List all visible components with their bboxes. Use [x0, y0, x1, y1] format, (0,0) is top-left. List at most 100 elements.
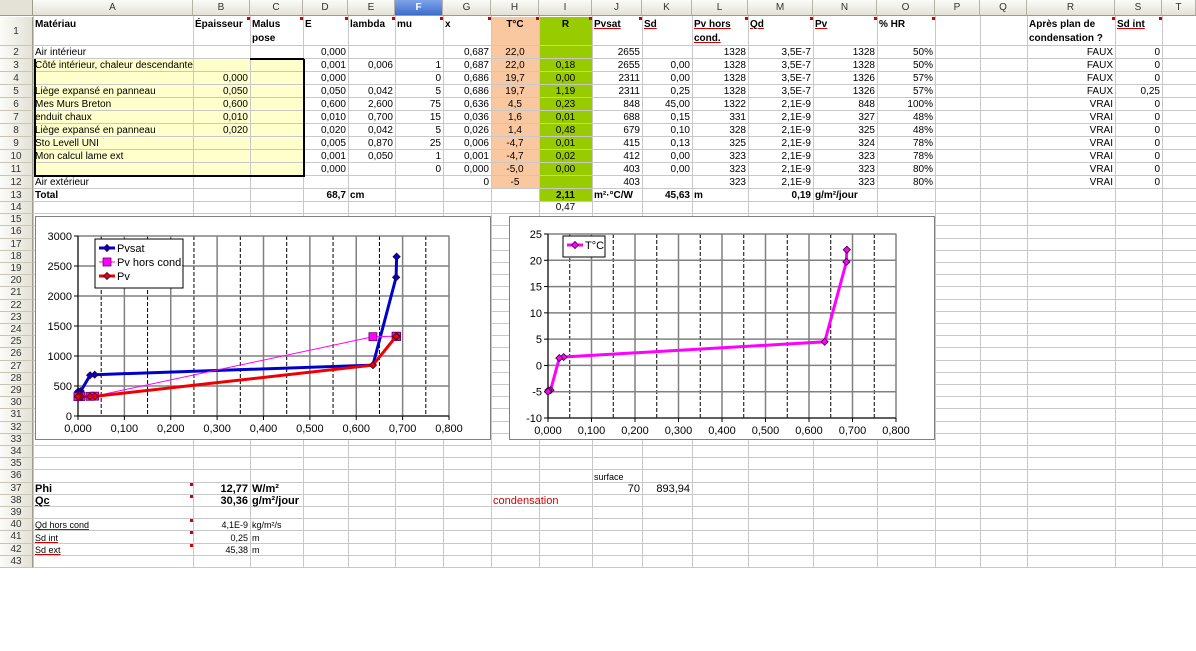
cell-M13[interactable]: 0,19 [748, 190, 813, 202]
spreadsheet-grid[interactable]: A B C D E F G H I J K L M N O P Q R S T 1 2 3 4 5 6 7 8 9 10 11 12 13 14 1… [0, 0, 1196, 651]
cell-D4[interactable]: 0,000 [303, 73, 348, 85]
cell-E8[interactable]: 0,042 [348, 125, 395, 137]
row-header[interactable]: 5 [0, 85, 33, 98]
cell-R1[interactable]: Après plan de condensation ? [1027, 18, 1115, 45]
cell-D5[interactable]: 0,050 [303, 86, 348, 98]
cell-A41[interactable]: Sd int [33, 532, 193, 544]
cell-F11[interactable]: 0 [395, 164, 443, 176]
cell-I3[interactable]: 0,18 [539, 60, 592, 72]
cell-L3[interactable]: 1328 [692, 60, 748, 72]
row-header[interactable]: 39 [0, 507, 33, 520]
row-header[interactable]: 41 [0, 531, 33, 544]
cell-B40[interactable]: 4,1E-9 [193, 519, 250, 531]
row-header[interactable]: 27 [0, 360, 33, 373]
cell-J3[interactable]: 2655 [592, 60, 642, 72]
column-header-D[interactable]: D [303, 0, 348, 16]
cell-A7[interactable]: enduit chaux [33, 112, 193, 124]
cell-J6[interactable]: 848 [592, 99, 642, 111]
cell-G12[interactable]: 0 [443, 177, 491, 189]
row-header[interactable]: 35 [0, 458, 33, 471]
cell-C40[interactable]: kg/m²/s [250, 519, 303, 531]
cell-B42[interactable]: 45,38 [193, 544, 250, 556]
row-header[interactable]: 10 [0, 150, 33, 163]
cell-A9[interactable]: Sto Levell UNI [33, 138, 193, 150]
cell-S11[interactable]: 0 [1115, 164, 1162, 176]
comment-marker[interactable] [1159, 17, 1162, 20]
row-header[interactable]: 13 [0, 189, 33, 202]
cell-L7[interactable]: 331 [692, 112, 748, 124]
column-header-Q[interactable]: Q [980, 0, 1027, 16]
cell-M5[interactable]: 3,5E-7 [748, 86, 813, 98]
row-header[interactable]: 24 [0, 324, 33, 337]
cell-H10[interactable]: -4,7 [491, 151, 539, 163]
cell-N8[interactable]: 325 [813, 125, 877, 137]
cell-K4[interactable]: 0,00 [642, 73, 692, 85]
cell-F8[interactable]: 5 [395, 125, 443, 137]
cell-S2[interactable]: 0 [1115, 47, 1162, 59]
cell-N13[interactable]: g/m²/jour [813, 190, 877, 202]
cell-J5[interactable]: 2311 [592, 86, 642, 98]
comment-marker[interactable] [874, 17, 877, 20]
cell-E7[interactable]: 0,700 [348, 112, 395, 124]
cell-I11[interactable]: 0,00 [539, 164, 592, 176]
cell-H1[interactable]: T°C [491, 18, 539, 45]
comment-marker[interactable] [300, 17, 303, 20]
row-header[interactable]: 36 [0, 470, 33, 483]
row-header[interactable]: 6 [0, 98, 33, 111]
cell-S4[interactable]: 0 [1115, 73, 1162, 85]
row-header[interactable]: 30 [0, 397, 33, 410]
cell-M6[interactable]: 2,1E-9 [748, 99, 813, 111]
cell-N4[interactable]: 1326 [813, 73, 877, 85]
cell-L4[interactable]: 1328 [692, 73, 748, 85]
cell-B1[interactable]: Épaisseur [193, 18, 250, 45]
cell-L6[interactable]: 1322 [692, 99, 748, 111]
cell-A37[interactable]: Phi [33, 483, 193, 495]
cell-O12[interactable]: 80% [877, 177, 935, 189]
cell-K9[interactable]: 0,13 [642, 138, 692, 150]
row-header[interactable]: 21 [0, 287, 33, 300]
cell-D13[interactable]: 68,7 [303, 190, 348, 202]
cell-S6[interactable]: 0 [1115, 99, 1162, 111]
comment-marker[interactable] [932, 17, 935, 20]
cell-R3[interactable]: FAUX [1027, 60, 1115, 72]
cell-B41[interactable]: 0,25 [193, 532, 250, 544]
row-header[interactable]: 26 [0, 348, 33, 361]
cell-A40[interactable]: Qd hors cond [33, 519, 193, 531]
cell-B37[interactable]: 12,77 [193, 483, 250, 495]
row-header[interactable]: 19 [0, 263, 33, 276]
cell-N11[interactable]: 323 [813, 164, 877, 176]
cell-S7[interactable]: 0 [1115, 112, 1162, 124]
cell-J4[interactable]: 2311 [592, 73, 642, 85]
cell-F6[interactable]: 75 [395, 99, 443, 111]
column-header-S[interactable]: S [1115, 0, 1162, 16]
cell-A8[interactable]: Liège expansé en panneau [33, 125, 193, 137]
cell-D8[interactable]: 0,020 [303, 125, 348, 137]
cell-J37[interactable]: 70 [592, 483, 642, 495]
cell-D1[interactable]: E [303, 18, 348, 45]
cell-N9[interactable]: 324 [813, 138, 877, 150]
row-header[interactable]: 12 [0, 176, 33, 189]
cell-G8[interactable]: 0,026 [443, 125, 491, 137]
cell-A3[interactable]: Côté intérieur, chaleur descendante [33, 60, 193, 72]
cell-H8[interactable]: 1,4 [491, 125, 539, 137]
cell-C41[interactable]: m [250, 532, 303, 544]
cell-G2[interactable]: 0,687 [443, 47, 491, 59]
column-header-P[interactable]: P [935, 0, 980, 16]
cell-S1[interactable]: Sd int [1115, 18, 1162, 45]
cell-J11[interactable]: 403 [592, 164, 642, 176]
cell-R2[interactable]: FAUX [1027, 47, 1115, 59]
cell-I5[interactable]: 1,19 [539, 86, 592, 98]
row-header[interactable]: 37 [0, 482, 33, 495]
row-header[interactable]: 7 [0, 111, 33, 124]
comment-marker[interactable] [190, 494, 193, 498]
cell-F1[interactable]: mu [395, 18, 443, 45]
row-header[interactable]: 34 [0, 446, 33, 459]
row-header[interactable]: 22 [0, 299, 33, 312]
row-header[interactable]: 25 [0, 336, 33, 349]
cell-O10[interactable]: 78% [877, 151, 935, 163]
comment-marker[interactable] [392, 17, 395, 20]
cell-H7[interactable]: 1,6 [491, 112, 539, 124]
cell-I14[interactable]: 0,47 [539, 202, 592, 214]
cell-D2[interactable]: 0,000 [303, 47, 348, 59]
cell-A10[interactable]: Mon calcul lame ext [33, 151, 193, 163]
